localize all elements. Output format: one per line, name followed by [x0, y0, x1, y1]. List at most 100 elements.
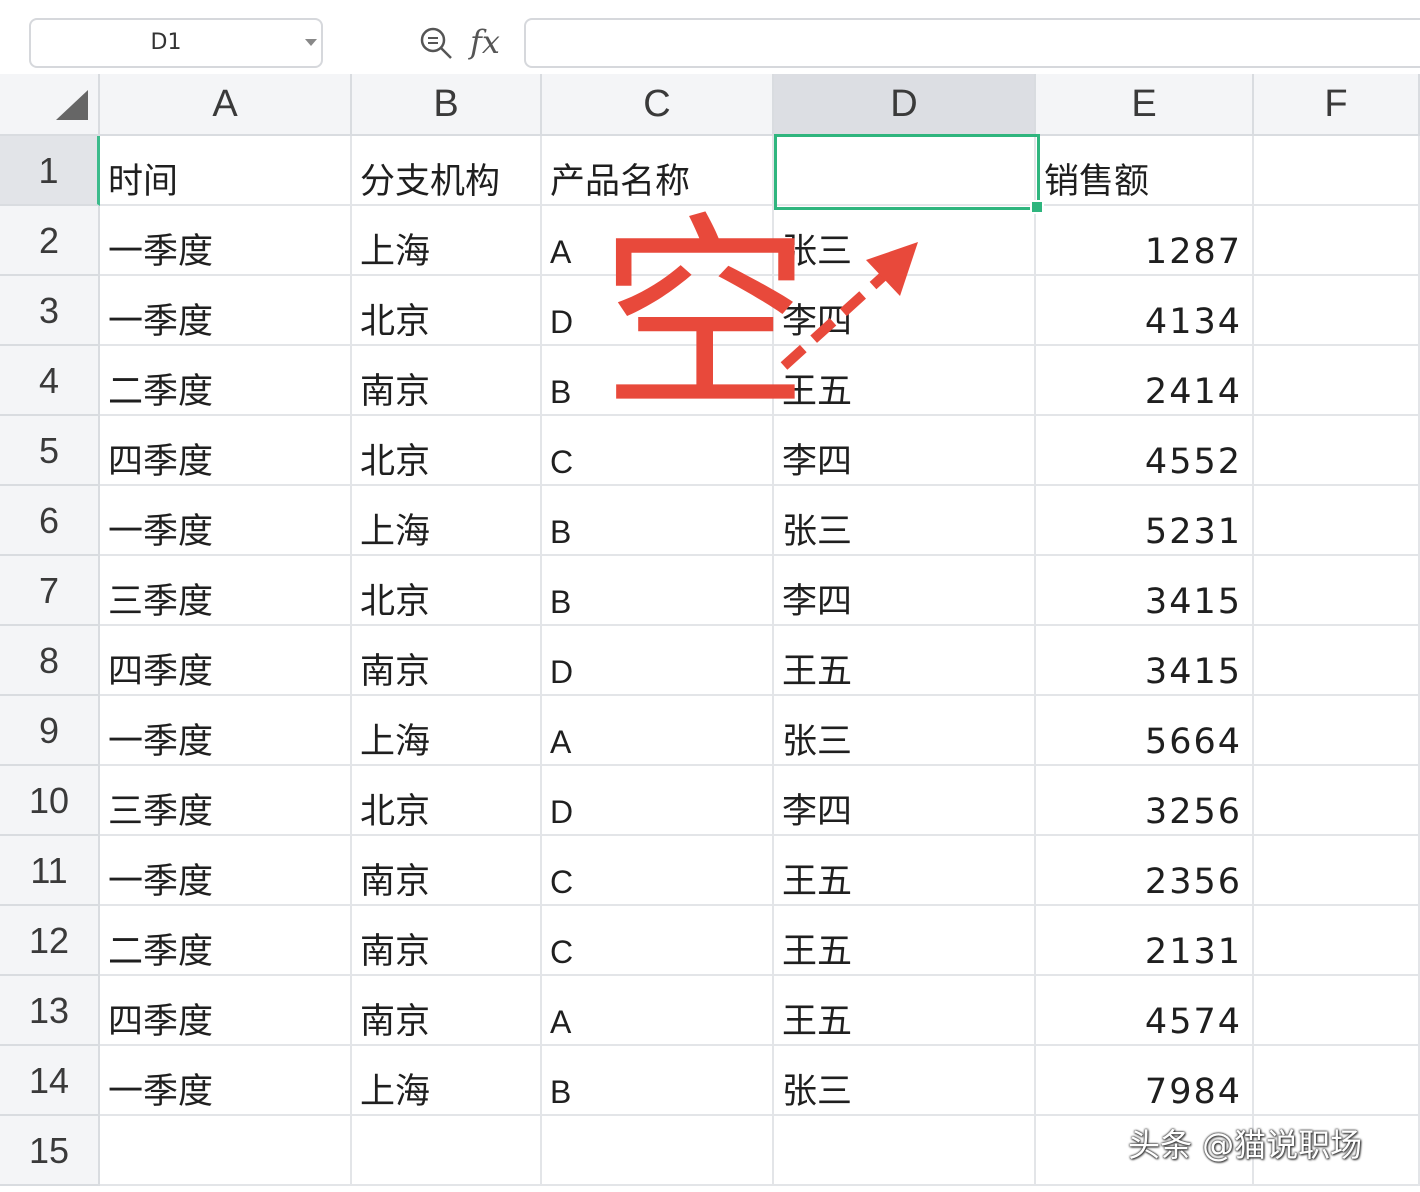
cell-d8[interactable]: 王五	[774, 626, 1036, 696]
row-header-7[interactable]: 7	[0, 556, 100, 626]
cell-a13[interactable]: 四季度	[100, 976, 352, 1046]
cell-c8[interactable]: D	[542, 626, 774, 696]
row-header-5[interactable]: 5	[0, 416, 100, 486]
cell-c9[interactable]: A	[542, 696, 774, 766]
fx-icon[interactable]: fx	[470, 20, 510, 64]
row-header-9[interactable]: 9	[0, 696, 100, 766]
select-all-corner[interactable]	[0, 74, 100, 136]
row-header-10[interactable]: 10	[0, 766, 100, 836]
cell-b8[interactable]: 南京	[352, 626, 542, 696]
cell-d12[interactable]: 王五	[774, 906, 1036, 976]
cell-e2[interactable]: 1287	[1036, 206, 1254, 276]
chevron-down-icon[interactable]	[305, 39, 317, 46]
cell-d6[interactable]: 张三	[774, 486, 1036, 556]
cell-f11[interactable]	[1254, 836, 1420, 906]
cell-f1[interactable]	[1254, 136, 1420, 206]
cell-b12[interactable]: 南京	[352, 906, 542, 976]
cell-d7[interactable]: 李四	[774, 556, 1036, 626]
column-header-f[interactable]: F	[1254, 74, 1420, 136]
cell-e8[interactable]: 3415	[1036, 626, 1254, 696]
column-header-c[interactable]: C	[542, 74, 774, 136]
column-header-e[interactable]: E	[1036, 74, 1254, 136]
name-box[interactable]: D1	[29, 18, 323, 68]
cell-a15[interactable]	[100, 1116, 352, 1186]
cell-f5[interactable]	[1254, 416, 1420, 486]
cell-d5[interactable]: 李四	[774, 416, 1036, 486]
cell-f4[interactable]	[1254, 346, 1420, 416]
cell-a9[interactable]: 一季度	[100, 696, 352, 766]
cell-a12[interactable]: 二季度	[100, 906, 352, 976]
cell-c7[interactable]: B	[542, 556, 774, 626]
cell-b6[interactable]: 上海	[352, 486, 542, 556]
row-header-3[interactable]: 3	[0, 276, 100, 346]
cell-e6[interactable]: 5231	[1036, 486, 1254, 556]
cell-a6[interactable]: 一季度	[100, 486, 352, 556]
cell-f7[interactable]	[1254, 556, 1420, 626]
row-header-6[interactable]: 6	[0, 486, 100, 556]
cell-a10[interactable]: 三季度	[100, 766, 352, 836]
cell-a4[interactable]: 二季度	[100, 346, 352, 416]
cell-d13[interactable]: 王五	[774, 976, 1036, 1046]
cell-f3[interactable]	[1254, 276, 1420, 346]
cell-b9[interactable]: 上海	[352, 696, 542, 766]
cell-b7[interactable]: 北京	[352, 556, 542, 626]
cell-f14[interactable]	[1254, 1046, 1420, 1116]
cell-c15[interactable]	[542, 1116, 774, 1186]
cell-f6[interactable]	[1254, 486, 1420, 556]
cell-b14[interactable]: 上海	[352, 1046, 542, 1116]
cell-e7[interactable]: 3415	[1036, 556, 1254, 626]
cell-f10[interactable]	[1254, 766, 1420, 836]
zoom-formula-icon[interactable]	[418, 25, 454, 61]
cell-e3[interactable]: 4134	[1036, 276, 1254, 346]
cell-a5[interactable]: 四季度	[100, 416, 352, 486]
cell-c12[interactable]: C	[542, 906, 774, 976]
row-header-8[interactable]: 8	[0, 626, 100, 696]
cell-b2[interactable]: 上海	[352, 206, 542, 276]
cell-e5[interactable]: 4552	[1036, 416, 1254, 486]
cell-b11[interactable]: 南京	[352, 836, 542, 906]
column-header-b[interactable]: B	[352, 74, 542, 136]
cell-f13[interactable]	[1254, 976, 1420, 1046]
cell-d9[interactable]: 张三	[774, 696, 1036, 766]
cell-e1[interactable]: 销售额	[1036, 136, 1254, 206]
cell-d14[interactable]: 张三	[774, 1046, 1036, 1116]
cell-a11[interactable]: 一季度	[100, 836, 352, 906]
cell-d10[interactable]: 李四	[774, 766, 1036, 836]
cell-a2[interactable]: 一季度	[100, 206, 352, 276]
cell-f12[interactable]	[1254, 906, 1420, 976]
cell-c11[interactable]: C	[542, 836, 774, 906]
cell-e13[interactable]: 4574	[1036, 976, 1254, 1046]
cell-f8[interactable]	[1254, 626, 1420, 696]
row-header-15[interactable]: 15	[0, 1116, 100, 1186]
cell-a14[interactable]: 一季度	[100, 1046, 352, 1116]
cell-a7[interactable]: 三季度	[100, 556, 352, 626]
cell-c6[interactable]: B	[542, 486, 774, 556]
cell-b4[interactable]: 南京	[352, 346, 542, 416]
cell-a8[interactable]: 四季度	[100, 626, 352, 696]
cell-c10[interactable]: D	[542, 766, 774, 836]
cell-d11[interactable]: 王五	[774, 836, 1036, 906]
cell-c14[interactable]: B	[542, 1046, 774, 1116]
cell-e10[interactable]: 3256	[1036, 766, 1254, 836]
cell-f9[interactable]	[1254, 696, 1420, 766]
row-header-1[interactable]: 1	[0, 136, 100, 206]
cell-b10[interactable]: 北京	[352, 766, 542, 836]
row-header-2[interactable]: 2	[0, 206, 100, 276]
cell-f2[interactable]	[1254, 206, 1420, 276]
column-header-d[interactable]: D	[774, 74, 1036, 136]
row-header-12[interactable]: 12	[0, 906, 100, 976]
cell-a1[interactable]: 时间	[100, 136, 352, 206]
cell-e11[interactable]: 2356	[1036, 836, 1254, 906]
row-header-4[interactable]: 4	[0, 346, 100, 416]
cell-b13[interactable]: 南京	[352, 976, 542, 1046]
cell-c13[interactable]: A	[542, 976, 774, 1046]
row-header-14[interactable]: 14	[0, 1046, 100, 1116]
cell-b3[interactable]: 北京	[352, 276, 542, 346]
column-header-a[interactable]: A	[100, 74, 352, 136]
row-header-11[interactable]: 11	[0, 836, 100, 906]
cell-b1[interactable]: 分支机构	[352, 136, 542, 206]
cell-b15[interactable]	[352, 1116, 542, 1186]
cell-e4[interactable]: 2414	[1036, 346, 1254, 416]
cell-a3[interactable]: 一季度	[100, 276, 352, 346]
row-header-13[interactable]: 13	[0, 976, 100, 1046]
